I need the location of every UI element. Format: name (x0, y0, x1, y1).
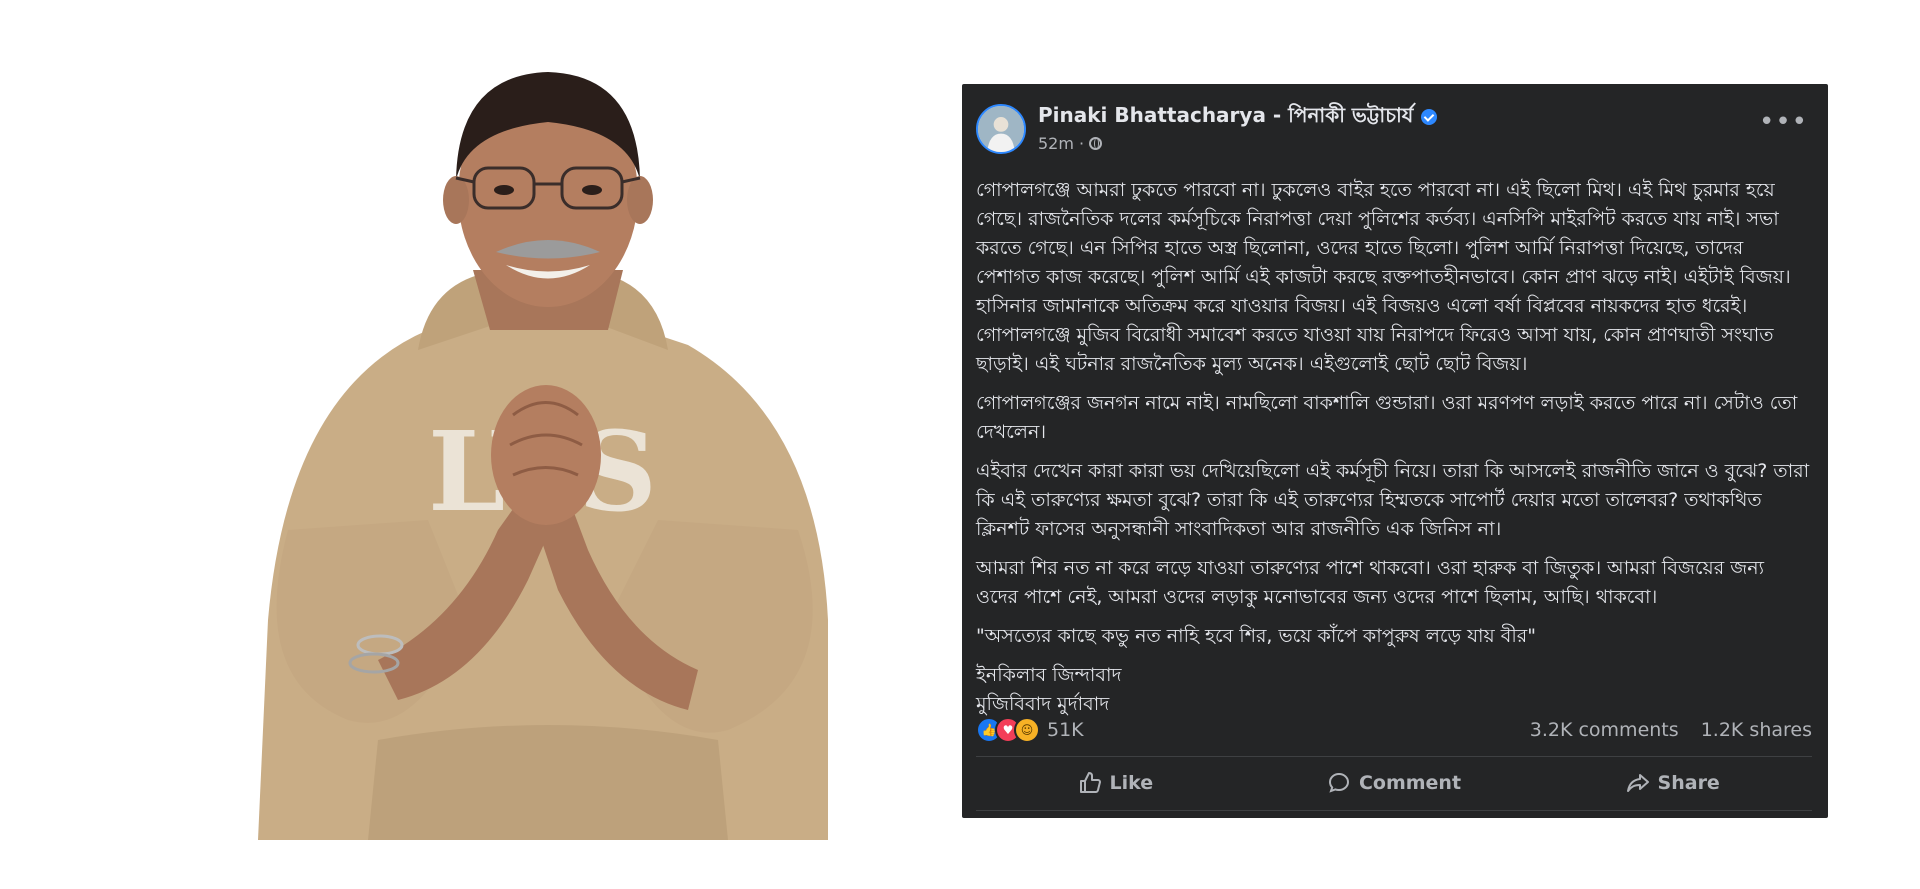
author-block: Pinaki Bhattacharya - পিনাকী ভট্টাচার্য … (1038, 103, 1438, 153)
more-icon[interactable]: ••• (1759, 104, 1812, 135)
like-label: Like (1109, 772, 1154, 794)
reactions-summary[interactable]: 👍 ♥ ☺ 51K (976, 717, 1084, 743)
shares-count[interactable]: 1.2K shares (1701, 719, 1812, 741)
post-header: Pinaki Bhattacharya - পিনাকী ভট্টাচার্য … (976, 103, 1812, 164)
comment-button[interactable]: Comment (1255, 771, 1534, 795)
person-photo: LVS (228, 60, 858, 840)
closing-line: ইনকিলাব জিন্দাবাদ (976, 664, 1122, 686)
comment-icon (1328, 772, 1349, 793)
engagement-counts: 3.2K comments 1.2K shares (1530, 719, 1812, 741)
share-button[interactable]: Share (1533, 771, 1812, 795)
facebook-post: Pinaki Bhattacharya - পিনাকী ভট্টাচার্য … (962, 84, 1828, 818)
share-label: Share (1657, 772, 1720, 794)
divider (976, 810, 1812, 811)
post-body: গোপালগঞ্জে আমরা ঢুকতে পারবো না। ঢুকলেও ব… (976, 176, 1812, 719)
author-line: Pinaki Bhattacharya - পিনাকী ভট্টাচার্য (1038, 103, 1438, 130)
comments-count[interactable]: 3.2K comments (1530, 719, 1679, 741)
like-button[interactable]: Like (976, 771, 1255, 795)
post-paragraph: আমরা শির নত না করে লড়ে যাওয়া তারুণ্যের… (976, 557, 1765, 608)
post-time[interactable]: 52m · (1038, 134, 1084, 153)
post-paragraph: গোপালগঞ্জের জনগন নামে নাই। নামছিলো বাকশা… (976, 392, 1798, 443)
post-quote: "অসত্যের কাছে কভু নত নাহি হবে শির, ভয়ে … (976, 625, 1536, 647)
action-bar: Like Comment Share (976, 758, 1812, 808)
reaction-count: 51K (1047, 719, 1084, 741)
post-meta: 52m · (1038, 134, 1437, 153)
comment-label: Comment (1358, 772, 1462, 794)
post-paragraph: গোপালগঞ্জে আমরা ঢুকতে পারবো না। ঢুকলেও ব… (976, 179, 1791, 375)
thumbs-up-icon (1079, 772, 1101, 793)
globe-icon (1089, 137, 1103, 150)
divider (976, 756, 1812, 757)
post-paragraph: এইবার দেখেন কারা কারা ভয় দেখিয়েছিলো এই… (976, 460, 1810, 540)
post-stats: 👍 ♥ ☺ 51K 3.2K comments 1.2K shares (976, 712, 1812, 748)
haha-reaction-icon: ☺ (1014, 717, 1040, 743)
author-name[interactable]: Pinaki Bhattacharya - পিনাকী ভট্টাচার্য (1038, 101, 1413, 134)
share-icon (1626, 774, 1649, 792)
verified-icon (1421, 109, 1438, 125)
author-avatar[interactable] (976, 104, 1026, 154)
